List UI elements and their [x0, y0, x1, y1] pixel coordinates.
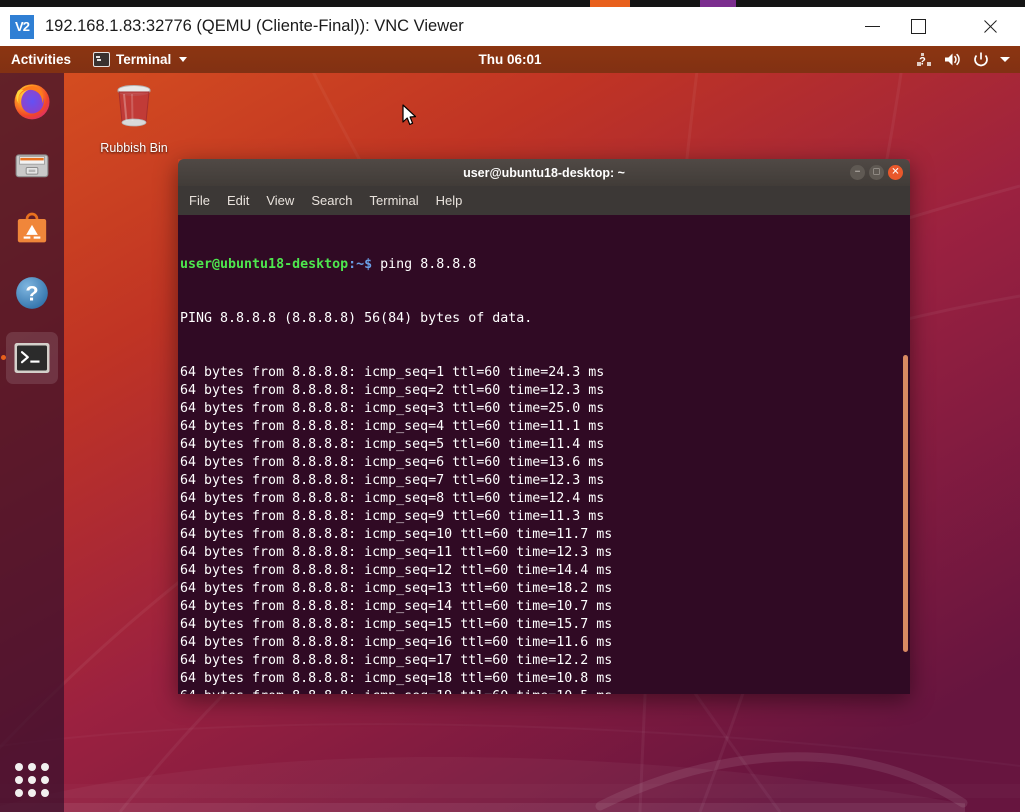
help-icon: ?: [12, 273, 52, 313]
system-tray[interactable]: ?: [917, 52, 1010, 68]
terminal-maximize-button[interactable]: □: [869, 165, 884, 180]
apps-dot: [15, 776, 23, 784]
ubuntu-software-icon: [12, 209, 52, 249]
gnome-top-bar: Activities Terminal Thu 06:01 ?: [0, 46, 1020, 73]
terminal-ping-line: 64 bytes from 8.8.8.8: icmp_seq=10 ttl=6…: [180, 526, 910, 544]
dock-item-firefox[interactable]: [6, 75, 58, 127]
terminal-ping-line: 64 bytes from 8.8.8.8: icmp_seq=14 ttl=6…: [180, 598, 910, 616]
apps-dot: [28, 789, 36, 797]
power-icon[interactable]: [973, 52, 989, 68]
terminal-scrollbar[interactable]: [903, 355, 908, 652]
terminal-window-title: user@ubuntu18-desktop: ~: [463, 166, 625, 180]
prompt-user-host: user@ubuntu18-desktop: [180, 257, 348, 272]
apps-dot: [15, 789, 23, 797]
dock-item-ubuntu-software[interactable]: [6, 203, 58, 255]
apps-dot: [41, 763, 49, 771]
maximize-icon: □: [873, 167, 879, 177]
terminal-ping-line: 64 bytes from 8.8.8.8: icmp_seq=7 ttl=60…: [180, 472, 910, 490]
prompt-command: ping 8.8.8.8: [372, 257, 476, 272]
network-unknown-icon[interactable]: ?: [917, 53, 933, 67]
terminal-output-area[interactable]: user@ubuntu18-desktop:~$ ping 8.8.8.8 PI…: [178, 215, 910, 694]
terminal-ping-line: 64 bytes from 8.8.8.8: icmp_seq=15 ttl=6…: [180, 616, 910, 634]
terminal-ping-line: 64 bytes from 8.8.8.8: icmp_seq=1 ttl=60…: [180, 364, 910, 382]
terminal-titlebar[interactable]: user@ubuntu18-desktop: ~ − □ ✕: [178, 159, 910, 186]
terminal-menubar[interactable]: File Edit View Search Terminal Help: [178, 186, 910, 215]
terminal-prompt-line: user@ubuntu18-desktop:~$ ping 8.8.8.8: [180, 256, 910, 274]
volume-icon[interactable]: [944, 52, 962, 67]
vnc-maximize-button[interactable]: [895, 7, 941, 46]
terminal-ping-line: 64 bytes from 8.8.8.8: icmp_seq=2 ttl=60…: [180, 382, 910, 400]
terminal-icon: [12, 338, 52, 378]
prompt-path: :~$: [348, 257, 372, 272]
apps-dot: [28, 776, 36, 784]
terminal-output-header: PING 8.8.8.8 (8.8.8.8) 56(84) bytes of d…: [180, 310, 910, 328]
menu-help[interactable]: Help: [436, 193, 463, 208]
apps-dot: [28, 763, 36, 771]
show-applications-button[interactable]: [10, 758, 54, 802]
terminal-ping-line: 64 bytes from 8.8.8.8: icmp_seq=11 ttl=6…: [180, 544, 910, 562]
terminal-ping-line: 64 bytes from 8.8.8.8: icmp_seq=9 ttl=60…: [180, 508, 910, 526]
close-icon: [982, 19, 998, 35]
terminal-window[interactable]: user@ubuntu18-desktop: ~ − □ ✕ File Edit…: [178, 159, 910, 694]
minimize-icon: [865, 26, 880, 27]
minimize-icon: −: [855, 167, 861, 177]
terminal-ping-line: 64 bytes from 8.8.8.8: icmp_seq=8 ttl=60…: [180, 490, 910, 508]
terminal-minimize-button[interactable]: −: [850, 165, 865, 180]
terminal-text: user@ubuntu18-desktop:~$ ping 8.8.8.8 PI…: [179, 220, 910, 694]
desktop-icon-rubbish-bin[interactable]: Rubbish Bin: [88, 78, 180, 155]
terminal-close-button[interactable]: ✕: [888, 165, 903, 180]
desktop-icon-label: Rubbish Bin: [88, 141, 180, 155]
ubuntu-dock: ?: [0, 73, 64, 812]
terminal-ping-line: 64 bytes from 8.8.8.8: icmp_seq=4 ttl=60…: [180, 418, 910, 436]
terminal-ping-line: 64 bytes from 8.8.8.8: icmp_seq=17 ttl=6…: [180, 652, 910, 670]
terminal-ping-line: 64 bytes from 8.8.8.8: icmp_seq=12 ttl=6…: [180, 562, 910, 580]
dock-item-files[interactable]: [6, 139, 58, 191]
vnc-window-title: 192.168.1.83:32776 (QEMU (Cliente-Final)…: [45, 17, 464, 36]
svg-text:?: ?: [919, 55, 926, 67]
chevron-down-icon[interactable]: [1000, 57, 1010, 62]
remote-desktop[interactable]: Activities Terminal Thu 06:01 ?: [0, 46, 1020, 812]
terminal-ping-line: 64 bytes from 8.8.8.8: icmp_seq=5 ttl=60…: [180, 436, 910, 454]
terminal-ping-output: 64 bytes from 8.8.8.8: icmp_seq=1 ttl=60…: [180, 364, 910, 694]
background-window-strip: [0, 0, 1025, 7]
terminal-ping-line: 64 bytes from 8.8.8.8: icmp_seq=18 ttl=6…: [180, 670, 910, 688]
close-icon: ✕: [891, 167, 899, 177]
trash-icon: [106, 78, 162, 134]
clock[interactable]: Thu 06:01: [0, 52, 1020, 67]
terminal-ping-line: 64 bytes from 8.8.8.8: icmp_seq=6 ttl=60…: [180, 454, 910, 472]
dock-item-help[interactable]: ?: [6, 267, 58, 319]
vnc-minimize-button[interactable]: [849, 7, 895, 46]
terminal-ping-line: 64 bytes from 8.8.8.8: icmp_seq=3 ttl=60…: [180, 400, 910, 418]
firefox-icon: [12, 81, 52, 121]
vnc-logo-icon: V2: [10, 15, 34, 39]
menu-file[interactable]: File: [189, 193, 210, 208]
files-icon: [12, 145, 52, 185]
svg-text:?: ?: [25, 281, 38, 306]
menu-terminal[interactable]: Terminal: [370, 193, 419, 208]
apps-dot: [41, 776, 49, 784]
apps-dot: [41, 789, 49, 797]
menu-edit[interactable]: Edit: [227, 193, 249, 208]
terminal-ping-line: 64 bytes from 8.8.8.8: icmp_seq=19 ttl=6…: [180, 688, 910, 694]
terminal-window-controls[interactable]: − □ ✕: [850, 165, 903, 180]
dock-item-terminal[interactable]: [6, 332, 58, 384]
vnc-viewer-window: V2 192.168.1.83:32776 (QEMU (Cliente-Fin…: [0, 0, 1025, 812]
menu-view[interactable]: View: [266, 193, 294, 208]
vnc-close-button[interactable]: [967, 7, 1013, 46]
terminal-ping-line: 64 bytes from 8.8.8.8: icmp_seq=13 ttl=6…: [180, 580, 910, 598]
terminal-ping-line: 64 bytes from 8.8.8.8: icmp_seq=16 ttl=6…: [180, 634, 910, 652]
menu-search[interactable]: Search: [311, 193, 352, 208]
vnc-titlebar: V2 192.168.1.83:32776 (QEMU (Cliente-Fin…: [0, 7, 1025, 47]
maximize-icon: [911, 19, 926, 34]
apps-dot: [15, 763, 23, 771]
